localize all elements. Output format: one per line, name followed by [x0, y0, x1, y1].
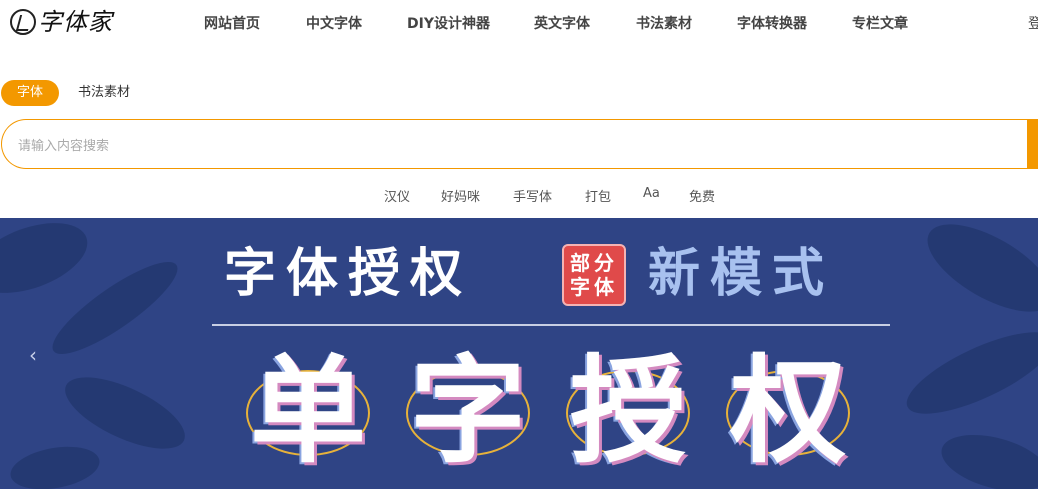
banner-title-left: 字体授权	[224, 243, 473, 304]
tab-fonts[interactable]: 字体	[1, 80, 59, 106]
seal-line-2: 字体	[570, 275, 618, 299]
main-nav: 网站首页 中文字体 DIY设计神器 英文字体 书法素材 字体转换器 专栏文章	[0, 0, 1038, 46]
hot-word[interactable]: 打包	[585, 186, 611, 205]
banner-big-char: 权	[730, 343, 846, 479]
banner-big-char: 授	[570, 343, 686, 479]
search-input[interactable]	[16, 120, 1010, 170]
banner-divider	[212, 324, 890, 326]
search-button[interactable]	[1027, 119, 1038, 169]
banner-prev-icon[interactable]: ‹	[14, 336, 52, 374]
banner-seal: 部分 字体	[562, 244, 626, 306]
hot-words: 汉仪 好妈咪 手写体 打包 Aa 免费	[0, 186, 1038, 206]
tab-calligraphy[interactable]: 书法素材	[78, 80, 130, 106]
promo-banner[interactable]: ‹ 字体授权 部分 字体 新模式 单 字 授 权	[0, 218, 1038, 489]
nav-font-converter[interactable]: 字体转换器	[737, 13, 807, 33]
banner-big-char: 字	[410, 343, 526, 479]
banner-title-right: 新模式	[648, 243, 835, 304]
banner-big-char: 单	[250, 343, 366, 479]
ink-stroke-decoration	[0, 218, 97, 307]
hot-word[interactable]: Aa	[643, 186, 660, 201]
site-header: 字体家 网站首页 中文字体 DIY设计神器 英文字体 书法素材 字体转换器 专栏…	[0, 0, 1038, 46]
ink-stroke-decoration	[914, 218, 1038, 329]
nav-calligraphy[interactable]: 书法素材	[636, 13, 692, 33]
ink-stroke-decoration	[935, 424, 1038, 489]
nav-chinese-fonts[interactable]: 中文字体	[306, 13, 362, 33]
nav-english-fonts[interactable]: 英文字体	[534, 13, 590, 33]
search-box	[1, 119, 1038, 170]
nav-home[interactable]: 网站首页	[204, 13, 260, 33]
hot-word[interactable]: 免费	[689, 186, 715, 205]
ink-stroke-decoration	[896, 316, 1038, 430]
ink-stroke-decoration	[7, 440, 103, 489]
nav-diy-design[interactable]: DIY设计神器	[407, 13, 490, 33]
nav-articles[interactable]: 专栏文章	[852, 13, 908, 33]
hot-word[interactable]: 手写体	[513, 186, 552, 205]
seal-line-1: 部分	[570, 251, 618, 275]
login-link[interactable]: 登	[1028, 13, 1038, 33]
hot-word[interactable]: 好妈咪	[441, 186, 480, 205]
hot-word[interactable]: 汉仪	[384, 186, 410, 205]
